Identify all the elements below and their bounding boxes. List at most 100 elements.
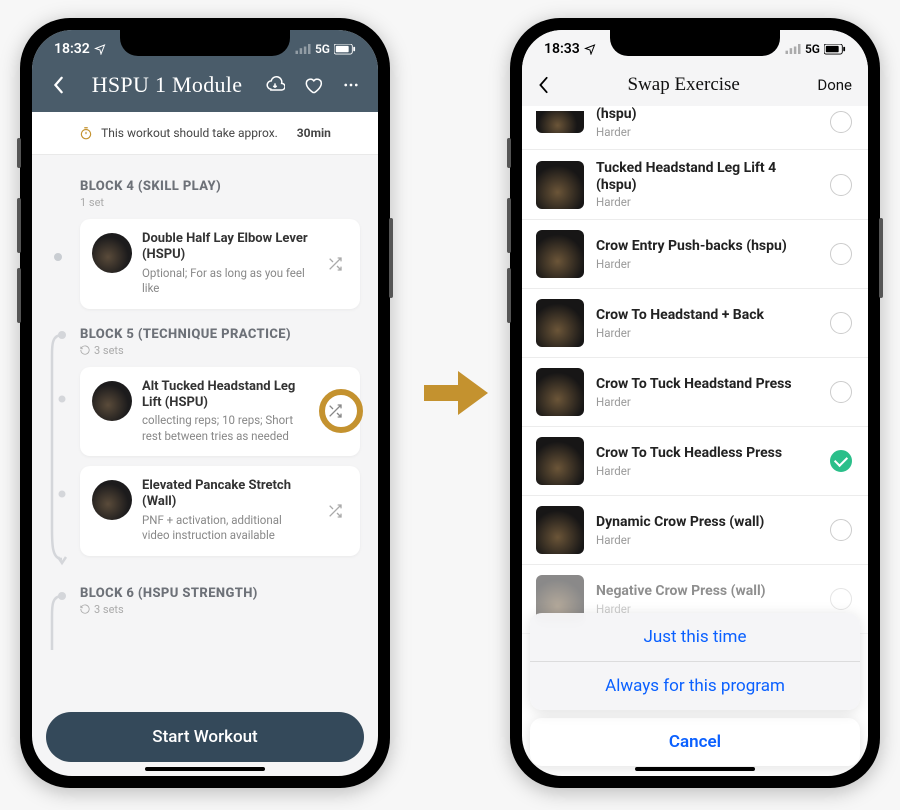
radio-select[interactable] (830, 519, 852, 541)
sheet-cancel[interactable]: Cancel (530, 718, 860, 766)
duration-value: 30min (297, 126, 331, 140)
exercise-thumb (92, 233, 132, 273)
exercise-thumb (536, 437, 584, 485)
duration-text: This workout should take approx. (101, 126, 278, 140)
side-button (507, 198, 511, 253)
swap-button[interactable] (322, 398, 348, 424)
swap-item[interactable]: Dynamic Crow Press (wall) Harder (522, 496, 868, 565)
start-workout-button[interactable]: Start Workout (46, 712, 364, 762)
done-button[interactable]: Done (817, 76, 852, 94)
screen-left: 18:32 5G HSPU 1 Module (32, 30, 378, 776)
swap-item-title: Crow To Tuck Headless Press (596, 445, 818, 462)
chevron-left-icon (538, 76, 550, 94)
swap-item-title: (hspu) (596, 106, 818, 123)
block-title: BLOCK 4 (SKILL PLAY) (80, 179, 360, 194)
radio-select[interactable] (830, 312, 852, 334)
block-title: BLOCK 5 (TECHNIQUE PRACTICE) (80, 327, 360, 342)
workout-content[interactable]: BLOCK 4 (SKILL PLAY) 1 set Double Half L… (32, 155, 378, 767)
radio-select[interactable] (830, 174, 852, 196)
cloud-download-icon (265, 75, 285, 95)
swap-item[interactable]: Crow Entry Push-backs (hspu) Harder (522, 220, 868, 289)
swap-item[interactable]: Tucked Headstand Leg Lift 4 (hspu)Harder (522, 150, 868, 221)
swap-item[interactable]: Crow To Tuck Headstand PressHarder (522, 358, 868, 427)
more-icon (342, 76, 360, 94)
exercise-thumb (536, 161, 584, 209)
duration-bar: This workout should take approx. 30min (32, 112, 378, 155)
home-indicator[interactable] (635, 767, 755, 771)
radio-select[interactable] (830, 588, 852, 610)
location-icon (584, 43, 596, 55)
swap-item-title: Crow Entry Push-backs (hspu) (596, 238, 818, 255)
swap-item-title: Negative Crow Press (wall) (596, 583, 818, 600)
signal-icon (295, 44, 311, 54)
notch (120, 30, 290, 56)
exercise-desc: collecting reps; 10 reps; Short rest bet… (142, 413, 312, 444)
repeat-icon (80, 604, 90, 614)
swap-item[interactable]: Crow To Headstand + Back Harder (522, 289, 868, 358)
block-6: BLOCK 6 (HSPU STRENGTH) 3 sets (32, 566, 378, 626)
block-sets: 1 set (80, 196, 360, 209)
heart-icon (303, 75, 323, 95)
swap-item-title: Crow To Headstand + Back (596, 307, 818, 324)
battery-icon (824, 44, 846, 55)
repeat-icon (80, 345, 90, 355)
swap-button[interactable] (322, 498, 348, 524)
radio-select[interactable] (830, 381, 852, 403)
exercise-title: Alt Tucked Headstand Leg Lift (HSPU) (142, 379, 312, 412)
side-button (879, 218, 883, 298)
sheet-always-program[interactable]: Always for this program (530, 662, 860, 710)
exercise-desc: Optional; For as long as you feel like (142, 266, 312, 297)
page-title: Swap Exercise (627, 74, 739, 96)
block-title: BLOCK 6 (HSPU STRENGTH) (80, 586, 360, 601)
block-path-icon (48, 590, 72, 650)
sheet-just-this-time[interactable]: Just this time (530, 613, 860, 662)
back-button[interactable] (538, 76, 550, 94)
exercise-desc: PNF + activation, additional video instr… (142, 513, 312, 544)
side-button (507, 268, 511, 323)
swap-item-sub: Harder (596, 533, 818, 547)
battery-icon (334, 44, 356, 55)
exercise-thumb (92, 480, 132, 520)
home-indicator[interactable] (145, 767, 265, 771)
radio-select[interactable] (830, 450, 852, 472)
phone-left: 18:32 5G HSPU 1 Module (20, 18, 390, 788)
shuffle-icon (327, 503, 343, 519)
radio-select[interactable] (830, 111, 852, 133)
status-time: 18:32 (54, 41, 90, 57)
swap-item-sub: Harder (596, 464, 818, 478)
stopwatch-icon (79, 126, 93, 140)
more-button[interactable] (340, 74, 362, 96)
exercise-thumb (536, 299, 584, 347)
chevron-left-icon (52, 76, 66, 94)
exercise-card[interactable]: Elevated Pancake Stretch (Wall) PNF + ac… (80, 466, 360, 556)
swap-item-sub: Harder (596, 195, 818, 209)
block-path (50, 205, 70, 309)
radio-select[interactable] (830, 243, 852, 265)
notch (610, 30, 780, 56)
swap-item-sub: Harder (596, 257, 818, 271)
status-network: 5G (805, 42, 820, 56)
exercise-thumb (536, 230, 584, 278)
swap-item[interactable]: Crow To Tuck Headless Press Harder (522, 427, 868, 496)
screen-right: 18:33 5G Swap Exercise Done (hspu)Harder… (522, 30, 868, 776)
favorite-button[interactable] (302, 74, 324, 96)
exercise-thumb (536, 368, 584, 416)
page-title: HSPU 1 Module (92, 72, 243, 98)
block-5: BLOCK 5 (TECHNIQUE PRACTICE) 3 sets Alt … (32, 319, 378, 566)
swap-item-sub: Harder (596, 326, 818, 340)
exercise-card[interactable]: Alt Tucked Headstand Leg Lift (HSPU) col… (80, 367, 360, 457)
side-button (507, 138, 511, 168)
swap-item-title: Tucked Headstand Leg Lift 4 (hspu) (596, 160, 818, 194)
exercise-title: Double Half Lay Elbow Lever (HSPU) (142, 231, 312, 264)
side-button (389, 218, 393, 298)
exercise-thumb (536, 111, 584, 133)
swap-button[interactable] (322, 251, 348, 277)
download-button[interactable] (264, 74, 286, 96)
exercise-card[interactable]: Double Half Lay Elbow Lever (HSPU) Optio… (80, 219, 360, 309)
swap-item-title: Crow To Tuck Headstand Press (596, 376, 818, 393)
block-sets: 3 sets (80, 603, 360, 616)
swap-item[interactable]: (hspu)Harder (522, 106, 868, 150)
back-button[interactable] (48, 74, 70, 96)
swap-item-title: Dynamic Crow Press (wall) (596, 514, 818, 531)
exercise-title: Elevated Pancake Stretch (Wall) (142, 478, 312, 511)
